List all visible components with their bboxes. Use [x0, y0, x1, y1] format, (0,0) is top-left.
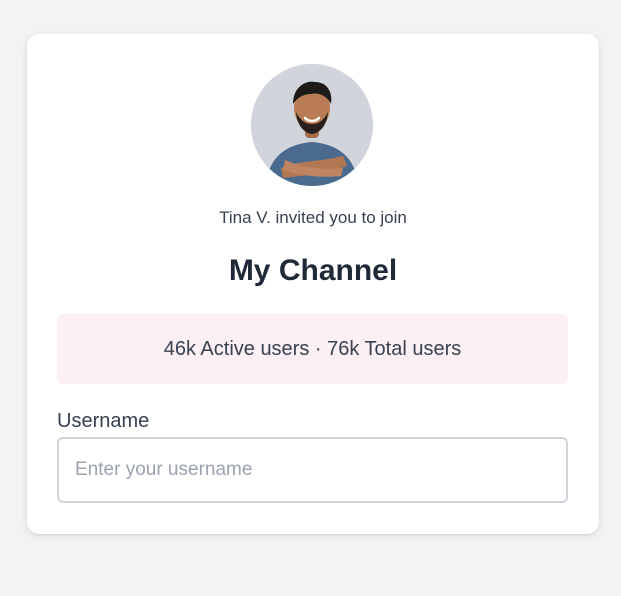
channel-stats-banner: 46k Active users · 76k Total users	[57, 314, 568, 384]
invite-text: Tina V. invited you to join	[219, 208, 407, 227]
channel-stats-text: 46k Active users · 76k Total users	[163, 337, 462, 360]
channel-title: My Channel	[228, 254, 398, 287]
invite-card: Tina V. invited you to join My Channel 4…	[27, 34, 599, 534]
avatar	[251, 64, 373, 186]
person-avatar-icon	[251, 64, 373, 186]
username-input[interactable]	[57, 437, 568, 503]
username-label: Username	[57, 410, 150, 432]
